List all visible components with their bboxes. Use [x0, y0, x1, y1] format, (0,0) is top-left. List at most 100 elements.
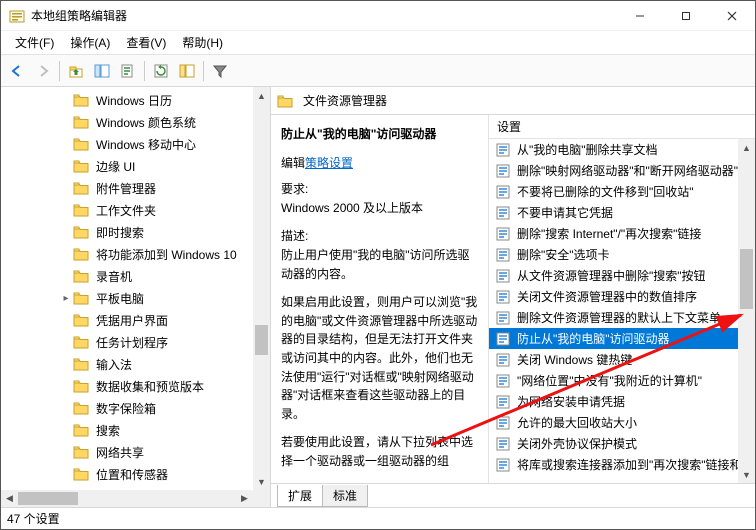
menu-file[interactable]: 文件(F) [9, 32, 60, 53]
settings-item[interactable]: "网络位置"中没有"我附近的计算机" [489, 370, 738, 391]
settings-item[interactable]: 删除文件资源管理器的默认上下文菜单 [489, 307, 738, 328]
tree-pane: Windows 日历 Windows 颜色系统Windows 移动中心边缘 UI 附… [1, 87, 271, 507]
requirements-text: Windows 2000 及以上版本 [281, 199, 478, 218]
title-bar: 本地组策略编辑器 [1, 1, 755, 31]
tree-item[interactable]: ▸ 平板电脑 [1, 287, 253, 309]
settings-item-label: 为网络安装申请凭据 [517, 393, 625, 410]
back-button[interactable] [5, 59, 29, 83]
settings-item[interactable]: 将库或搜索连接器添加到"再次搜索"链接和 [489, 454, 738, 475]
tree-item[interactable]: 搜索 [1, 419, 253, 441]
scroll-right-icon[interactable]: ▶ [236, 490, 253, 507]
properties-button[interactable] [175, 59, 199, 83]
settings-item-label: 关闭 Windows 键热键 [517, 351, 632, 368]
toolbar [1, 55, 755, 87]
tree-item-label: 附件管理器 [93, 179, 159, 198]
scroll-down-icon[interactable]: ▼ [253, 473, 270, 490]
app-icon [9, 8, 25, 24]
tree-item-label: 平板电脑 [93, 289, 147, 308]
settings-column-header[interactable]: 设置 [489, 115, 755, 139]
tab-extended[interactable]: 扩展 [277, 485, 323, 507]
settings-item-label: 防止从"我的电脑"访问驱动器 [517, 330, 670, 347]
tree-vscroll[interactable]: ▲ ▼ [253, 87, 270, 490]
tree-item[interactable]: 录音机 [1, 265, 253, 287]
settings-item[interactable]: 关闭文件资源管理器中的数值排序 [489, 286, 738, 307]
tree-item-label: 位置和传感器 [93, 465, 171, 484]
description-label: 描述: [281, 227, 478, 246]
tree-item[interactable]: 即时搜索 [1, 221, 253, 243]
description-panel: 防止从"我的电脑"访问驱动器 编辑策略设置 要求: Windows 2000 及… [271, 115, 489, 483]
details-pane: 文件资源管理器 防止从"我的电脑"访问驱动器 编辑策略设置 要求: Window… [271, 87, 755, 507]
close-button[interactable] [709, 1, 755, 31]
tree-item[interactable]: 将功能添加到 Windows 10 [1, 243, 253, 265]
filter-button[interactable] [208, 59, 232, 83]
settings-item[interactable]: 不要申请其它凭据 [489, 202, 738, 223]
tree-item-label: 搜索 [93, 421, 123, 440]
settings-item-label: 删除"搜索 Internet"/"再次搜索"链接 [517, 225, 701, 242]
tab-standard[interactable]: 标准 [322, 485, 368, 507]
settings-item[interactable]: 为网络安装申请凭据 [489, 391, 738, 412]
scroll-left-icon[interactable]: ◀ [1, 490, 18, 507]
tree-item[interactable]: Windows 日历 [1, 89, 253, 111]
edit-policy-link[interactable]: 策略设置 [305, 156, 353, 170]
scroll-down-icon[interactable]: ▼ [738, 466, 755, 483]
tree-item[interactable]: 位置和传感器 [1, 463, 253, 485]
settings-item[interactable]: 删除"搜索 Internet"/"再次搜索"链接 [489, 223, 738, 244]
scroll-up-icon[interactable]: ▲ [738, 139, 755, 156]
tree-item[interactable]: 凭据用户界面 [1, 309, 253, 331]
tree-item-label: 工作文件夹 [93, 201, 159, 220]
tree-item-label: Windows 颜色系统 [93, 113, 199, 132]
menu-action[interactable]: 操作(A) [64, 32, 116, 53]
tree-item[interactable]: 数据收集和预览版本 [1, 375, 253, 397]
pane-header: 文件资源管理器 [271, 87, 755, 115]
forward-button[interactable] [31, 59, 55, 83]
tree-item[interactable]: Windows 移动中心 [1, 133, 253, 155]
settings-item-label: 关闭外壳协议保护模式 [517, 435, 637, 452]
settings-item[interactable]: 关闭外壳协议保护模式 [489, 433, 738, 454]
tree-item-label: 录音机 [93, 267, 135, 286]
tree-item[interactable]: 边缘 UI [1, 155, 253, 177]
tree-item[interactable]: 任务计划程序 [1, 331, 253, 353]
tree-item-label: 任务计划程序 [93, 333, 171, 352]
settings-item[interactable]: 删除"映射网络驱动器"和"断开网络驱动器" [489, 160, 738, 181]
minimize-button[interactable] [617, 1, 663, 31]
description-text-1: 防止用户使用"我的电脑"访问所选驱动器的内容。 [281, 246, 478, 283]
tree-item[interactable]: Windows 颜色系统 [1, 111, 253, 133]
settings-item-label: 不要将已删除的文件移到"回收站" [517, 183, 694, 200]
tree-item[interactable]: 数字保险箱 [1, 397, 253, 419]
tree-item[interactable]: 工作文件夹 [1, 199, 253, 221]
menu-view[interactable]: 查看(V) [120, 32, 172, 53]
scroll-up-icon[interactable]: ▲ [253, 87, 270, 104]
tree-item-label: 网络共享 [93, 443, 147, 462]
settings-item[interactable]: 关闭 Windows 键热键 [489, 349, 738, 370]
settings-item-label: 关闭文件资源管理器中的数值排序 [517, 288, 697, 305]
requirements-label: 要求: [281, 180, 478, 199]
settings-item[interactable]: 不要将已删除的文件移到"回收站" [489, 181, 738, 202]
description-text-2: 如果启用此设置，则用户可以浏览"我的电脑"或文件资源管理器中所选驱动器的目录结构… [281, 293, 478, 423]
tree-item-label: Windows 日历 [93, 91, 175, 110]
show-hide-tree-button[interactable] [90, 59, 114, 83]
settings-item[interactable]: 删除"安全"选项卡 [489, 244, 738, 265]
folder-icon [277, 94, 293, 108]
description-text-3: 若要使用此设置，请从下拉列表中选择一个驱动器或一组驱动器的组 [281, 433, 478, 470]
settings-item[interactable]: 从"我的电脑"删除共享文档 [489, 139, 738, 160]
refresh-button[interactable] [149, 59, 173, 83]
tree-item[interactable]: 网络共享 [1, 441, 253, 463]
tree-item-label: 凭据用户界面 [93, 311, 171, 330]
up-button[interactable] [64, 59, 88, 83]
list-vscroll[interactable]: ▲ ▼ [738, 139, 755, 483]
expand-icon[interactable]: ▸ [59, 293, 73, 304]
view-tabs: 扩展 标准 [271, 483, 755, 507]
settings-item[interactable]: 允许的最大回收站大小 [489, 412, 738, 433]
settings-item-label: 不要申请其它凭据 [517, 204, 613, 221]
menu-help[interactable]: 帮助(H) [176, 32, 229, 53]
export-button[interactable] [116, 59, 140, 83]
settings-item-label: 从文件资源管理器中删除"搜索"按钮 [517, 267, 706, 284]
tree-item-label: 数据收集和预览版本 [93, 377, 207, 396]
settings-item[interactable]: 防止从"我的电脑"访问驱动器 [489, 328, 738, 349]
tree-item[interactable]: 附件管理器 [1, 177, 253, 199]
tree-hscroll[interactable]: ◀ ▶ [1, 490, 253, 507]
settings-item[interactable]: 从文件资源管理器中删除"搜索"按钮 [489, 265, 738, 286]
tree-item[interactable]: 输入法 [1, 353, 253, 375]
menu-bar: 文件(F) 操作(A) 查看(V) 帮助(H) [1, 31, 755, 55]
maximize-button[interactable] [663, 1, 709, 31]
